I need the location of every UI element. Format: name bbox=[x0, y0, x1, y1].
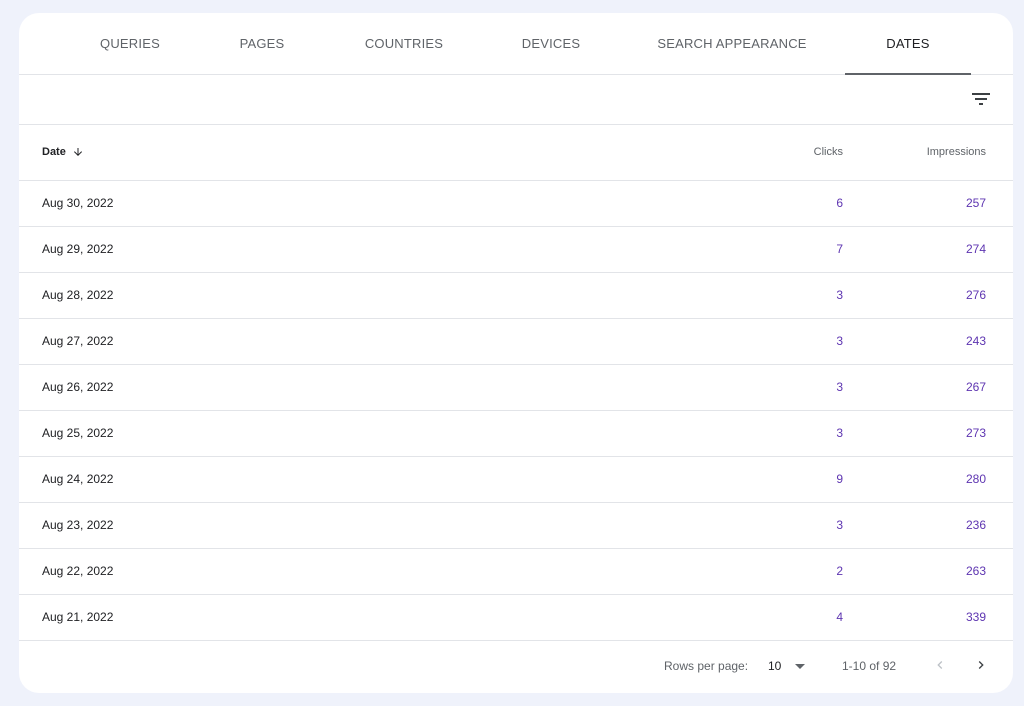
rows-per-page-label: Rows per page: bbox=[664, 659, 749, 673]
rows-per-page-select[interactable]: 10 bbox=[768, 653, 806, 679]
tab-search-appearance[interactable]: SEARCH APPEARANCE bbox=[648, 13, 816, 74]
pagination-bar: Rows per page: 10 1-10 of 92 bbox=[19, 638, 1013, 693]
row-impressions: 243 bbox=[965, 334, 986, 348]
row-clicks: 3 bbox=[836, 334, 843, 348]
filter-list-icon[interactable] bbox=[969, 87, 993, 111]
table-header-row: Date Clicks Impressions bbox=[19, 125, 1013, 181]
tab-countries[interactable]: COUNTRIES bbox=[341, 13, 467, 74]
table-row[interactable]: Aug 27, 2022 3 243 bbox=[19, 319, 1013, 365]
row-impressions: 257 bbox=[965, 196, 986, 210]
column-header-date[interactable]: Date bbox=[42, 146, 84, 158]
table-row[interactable]: Aug 24, 2022 9 280 bbox=[19, 457, 1013, 503]
page-range-label: 1-10 of 92 bbox=[842, 659, 897, 673]
row-clicks: 9 bbox=[836, 472, 843, 486]
tab-devices[interactable]: DEVICES bbox=[488, 13, 614, 74]
row-date: Aug 30, 2022 bbox=[42, 196, 114, 210]
row-date: Aug 25, 2022 bbox=[42, 426, 114, 440]
chevron-left-icon bbox=[937, 661, 943, 669]
column-header-impressions[interactable]: Impressions bbox=[927, 146, 986, 158]
row-clicks: 3 bbox=[836, 518, 843, 532]
table-body: Aug 30, 2022 6 257 Aug 29, 2022 7 274 Au… bbox=[19, 181, 1013, 641]
row-date: Aug 26, 2022 bbox=[42, 380, 114, 394]
row-impressions: 263 bbox=[965, 564, 986, 578]
table-row[interactable]: Aug 22, 2022 2 263 bbox=[19, 549, 1013, 595]
row-clicks: 4 bbox=[836, 610, 843, 624]
row-date: Aug 24, 2022 bbox=[42, 472, 114, 486]
table-row[interactable]: Aug 21, 2022 4 339 bbox=[19, 595, 1013, 641]
table-row[interactable]: Aug 25, 2022 3 273 bbox=[19, 411, 1013, 457]
tab-queries[interactable]: QUERIES bbox=[67, 13, 193, 74]
row-impressions: 276 bbox=[965, 288, 986, 302]
table-toolbar bbox=[19, 75, 1013, 125]
tab-dates[interactable]: DATES bbox=[845, 13, 971, 75]
rows-per-page-value: 10 bbox=[768, 659, 782, 673]
row-date: Aug 23, 2022 bbox=[42, 518, 114, 532]
row-impressions: 280 bbox=[965, 472, 986, 486]
row-clicks: 6 bbox=[836, 196, 843, 210]
dimension-tabs: QUERIES PAGES COUNTRIES DEVICES SEARCH A… bbox=[19, 13, 1013, 75]
row-date: Aug 21, 2022 bbox=[42, 610, 114, 624]
table-row[interactable]: Aug 26, 2022 3 267 bbox=[19, 365, 1013, 411]
previous-page-button[interactable] bbox=[928, 653, 952, 677]
row-impressions: 274 bbox=[965, 242, 986, 256]
tab-pages[interactable]: PAGES bbox=[199, 13, 325, 74]
row-date: Aug 29, 2022 bbox=[42, 242, 114, 256]
row-impressions: 267 bbox=[965, 380, 986, 394]
row-impressions: 273 bbox=[965, 426, 986, 440]
chevron-right-icon bbox=[978, 661, 984, 669]
table-row[interactable]: Aug 23, 2022 3 236 bbox=[19, 503, 1013, 549]
row-clicks: 3 bbox=[836, 380, 843, 394]
column-header-clicks[interactable]: Clicks bbox=[814, 146, 843, 158]
row-clicks: 2 bbox=[836, 564, 843, 578]
performance-table-card: QUERIES PAGES COUNTRIES DEVICES SEARCH A… bbox=[19, 13, 1013, 693]
next-page-button[interactable] bbox=[969, 653, 993, 677]
arrow-down-icon bbox=[73, 148, 82, 156]
row-clicks: 3 bbox=[836, 288, 843, 302]
row-impressions: 236 bbox=[965, 518, 986, 532]
row-date: Aug 22, 2022 bbox=[42, 564, 114, 578]
table-row[interactable]: Aug 29, 2022 7 274 bbox=[19, 227, 1013, 273]
caret-down-icon bbox=[795, 663, 806, 669]
row-clicks: 3 bbox=[836, 426, 843, 440]
table-row[interactable]: Aug 28, 2022 3 276 bbox=[19, 273, 1013, 319]
row-clicks: 7 bbox=[836, 242, 843, 256]
row-date: Aug 27, 2022 bbox=[42, 334, 114, 348]
row-impressions: 339 bbox=[965, 610, 986, 624]
row-date: Aug 28, 2022 bbox=[42, 288, 114, 302]
table-row[interactable]: Aug 30, 2022 6 257 bbox=[19, 181, 1013, 227]
column-header-date-label: Date bbox=[42, 146, 66, 158]
